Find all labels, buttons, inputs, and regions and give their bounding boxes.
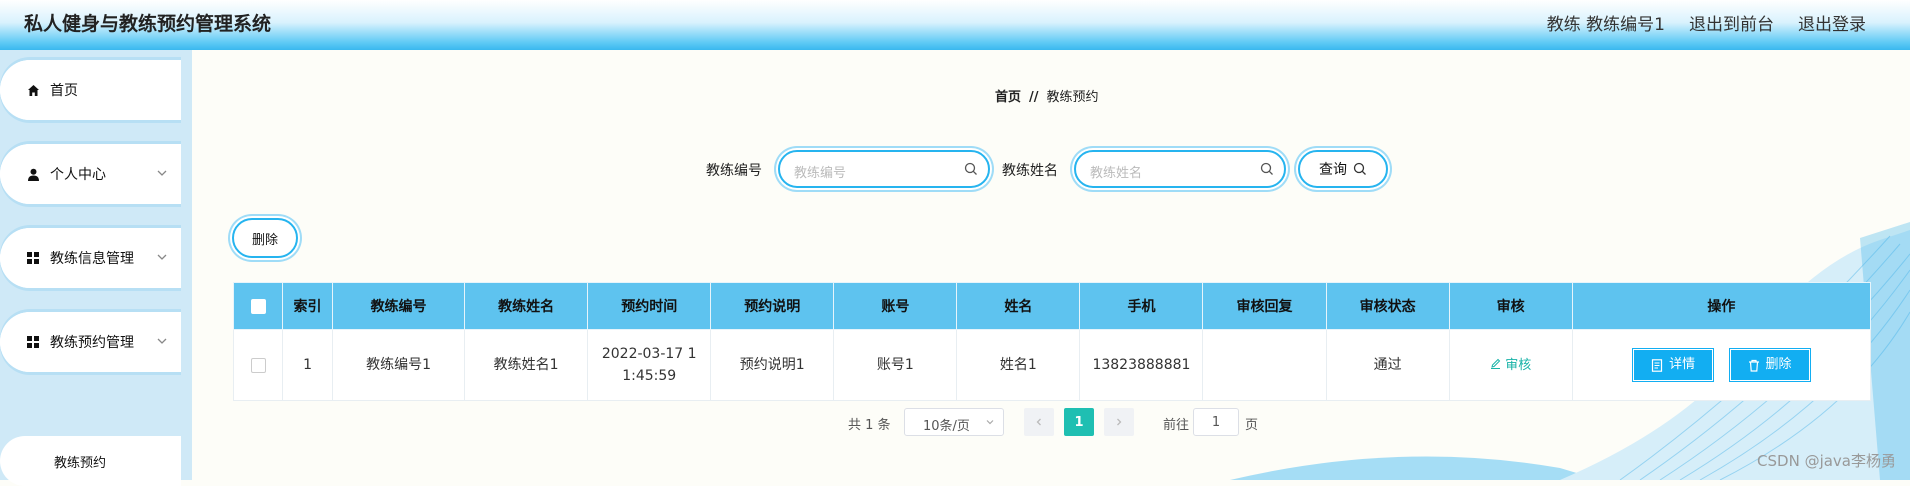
- home-icon: [26, 83, 40, 97]
- sidebar-item-home[interactable]: 首页: [0, 60, 181, 120]
- goto-label: 前往: [1163, 418, 1190, 433]
- chevron-left-icon: [1036, 418, 1041, 426]
- app-title: 私人健身与教练预约管理系统: [24, 13, 272, 35]
- cell-account: 账号1: [833, 329, 958, 401]
- column-header: 姓名: [956, 282, 1081, 330]
- sidebar-item-booking-mgmt[interactable]: 教练预约管理: [0, 312, 181, 372]
- query-button-label: 查询: [1319, 162, 1347, 178]
- delete-button[interactable]: 删除: [1729, 349, 1810, 381]
- page-number-current[interactable]: 1: [1064, 408, 1094, 436]
- top-header: 私人健身与教练预约管理系统 教练 教练编号1 退出到前台 退出登录: [0, 0, 1910, 50]
- chevron-right-icon: [1117, 418, 1122, 426]
- detail-button-label: 详情: [1669, 357, 1696, 372]
- search-icon: [1353, 162, 1366, 175]
- table-row: 1 教练编号1 教练姓名1 2022-03-17 11:45:59 预约说明1 …: [232, 329, 1872, 401]
- batch-delete-label: 删除: [251, 232, 278, 248]
- column-header: 索引: [282, 282, 334, 330]
- row-select-cell[interactable]: [232, 329, 284, 401]
- page-size-select[interactable]: 10条/页: [904, 408, 1004, 436]
- cell-actions: 详情 删除: [1571, 329, 1872, 401]
- column-header: 教练编号: [332, 282, 466, 330]
- trash-icon: [1748, 359, 1759, 372]
- search-bar: 教练编号 教练编号 教练姓名 教练姓名 查询: [0, 148, 1910, 190]
- cell-index: 1: [282, 329, 334, 401]
- sidebar-item-label: 教练预约管理: [50, 335, 134, 351]
- chevron-down-icon: [157, 338, 167, 344]
- input-placeholder: 教练编号: [794, 166, 847, 181]
- breadcrumb-current: 教练预约: [1046, 90, 1099, 105]
- goto-page-input[interactable]: 1: [1193, 408, 1239, 436]
- column-header: 预约时间: [587, 282, 712, 330]
- sidebar-item-coach-info[interactable]: 教练信息管理: [0, 228, 181, 288]
- search-icon: [964, 162, 977, 175]
- chevron-down-icon: [157, 254, 167, 260]
- column-header: 账号: [833, 282, 958, 330]
- column-header: 教练姓名: [464, 282, 589, 330]
- column-header: 审核回复: [1202, 282, 1327, 330]
- edit-icon: [1491, 358, 1501, 369]
- chevron-down-icon: [986, 420, 994, 425]
- cell-phone: 13823888881: [1079, 329, 1204, 401]
- batch-delete-button[interactable]: 删除: [232, 218, 298, 258]
- cell-status: 通过: [1325, 329, 1450, 401]
- breadcrumb: 首页 // 教练预约: [995, 86, 1099, 105]
- cell-time: 2022-03-17 11:45:59: [587, 329, 712, 401]
- coach-name-input[interactable]: 教练姓名: [1074, 150, 1286, 188]
- grid-icon: [26, 251, 40, 265]
- page-size-value: 10条/页: [923, 419, 970, 434]
- audit-link-label: 审核: [1505, 357, 1532, 373]
- audit-link[interactable]: 审核: [1490, 358, 1531, 373]
- select-all-checkbox[interactable]: [250, 298, 266, 314]
- row-checkbox[interactable]: [250, 357, 266, 373]
- query-button[interactable]: 查询: [1298, 150, 1388, 188]
- watermark: CSDN @java李杨勇: [1757, 452, 1896, 470]
- prev-page-button[interactable]: [1024, 408, 1054, 436]
- cell-reply: [1202, 329, 1327, 401]
- detail-button[interactable]: 详情: [1633, 349, 1714, 381]
- total-count: 共 1 条: [848, 418, 891, 433]
- cell-name: 姓名1: [956, 329, 1081, 401]
- column-header: 操作: [1571, 282, 1872, 330]
- cell-coach-no: 教练编号1: [332, 329, 466, 401]
- current-user-label: 教练 教练编号1: [1546, 15, 1665, 35]
- coach-no-label: 教练编号: [706, 163, 762, 179]
- sidebar-item-label: 教练信息管理: [50, 251, 134, 267]
- sidebar-subitem-coach-booking[interactable]: 教练预约: [0, 436, 181, 486]
- input-placeholder: 教练姓名: [1090, 166, 1143, 181]
- column-header: 审核: [1448, 282, 1573, 330]
- cell-note: 预约说明1: [710, 329, 835, 401]
- coach-name-label: 教练姓名: [1002, 163, 1058, 179]
- booking-table: 索引 教练编号 教练姓名 预约时间 预约说明 账号 姓名 手机 审核回复 审核状…: [232, 282, 1872, 401]
- select-all-cell[interactable]: [232, 282, 284, 330]
- grid-icon: [26, 335, 40, 349]
- header-actions: 教练 教练编号1 退出到前台 退出登录: [1547, 10, 1866, 35]
- next-page-button[interactable]: [1104, 408, 1134, 436]
- cell-coach-name: 教练姓名1: [464, 329, 589, 401]
- to-front-link[interactable]: 退出到前台: [1689, 10, 1774, 35]
- delete-button-label: 删除: [1765, 357, 1792, 372]
- column-header: 预约说明: [710, 282, 835, 330]
- column-header: 手机: [1079, 282, 1204, 330]
- pagination: 共 1 条 10条/页 1 前往 1 页: [0, 408, 1910, 436]
- table-header-row: 索引 教练编号 教练姓名 预约时间 预约说明 账号 姓名 手机 审核回复 审核状…: [232, 282, 1872, 330]
- search-icon: [1260, 162, 1273, 175]
- cell-audit: 审核: [1448, 329, 1573, 401]
- logout-link[interactable]: 退出登录: [1798, 10, 1866, 35]
- coach-no-input[interactable]: 教练编号: [778, 150, 990, 188]
- sidebar-item-label: 首页: [50, 83, 78, 99]
- document-icon: [1651, 358, 1663, 372]
- sidebar-subitem-label: 教练预约: [54, 455, 107, 471]
- page-suffix-label: 页: [1245, 418, 1259, 433]
- column-header: 审核状态: [1325, 282, 1450, 330]
- breadcrumb-separator: //: [1029, 90, 1039, 105]
- breadcrumb-home[interactable]: 首页: [995, 90, 1021, 105]
